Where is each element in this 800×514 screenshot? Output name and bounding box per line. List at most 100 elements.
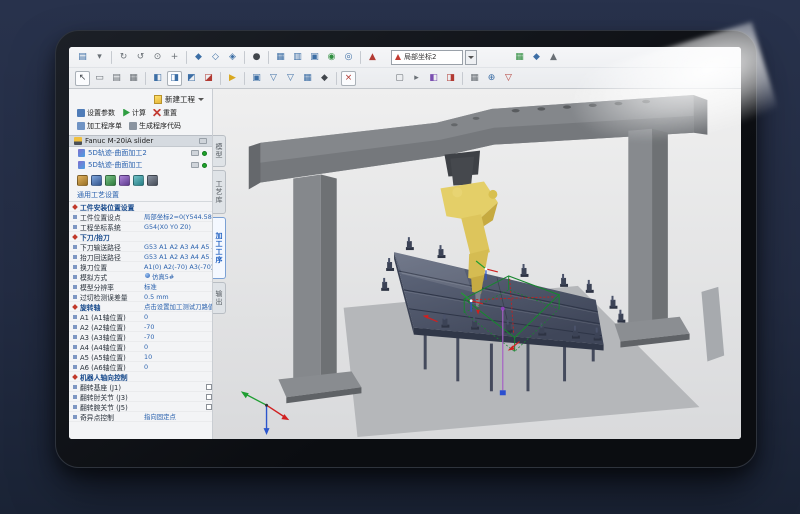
toolbar-separator[interactable]	[268, 51, 269, 64]
viewport-3d[interactable]	[227, 89, 741, 439]
row-flip-base[interactable]: 翻转基座 (J1)	[69, 382, 212, 392]
zoom-icon[interactable]: ⊙	[150, 50, 165, 65]
rotate-view-icon[interactable]: ↺	[133, 50, 148, 65]
material-sphere-icon[interactable]: ●	[249, 50, 264, 65]
caret-icon[interactable]: ▾	[92, 50, 107, 65]
row-workpiece-install-header[interactable]: 工件安装位置设置	[69, 202, 212, 212]
dropdown-caret-icon[interactable]	[465, 50, 477, 65]
stock-setup-icon[interactable]: ▥	[290, 50, 305, 65]
simulate-machine-icon[interactable]: ▣	[249, 71, 264, 86]
pdf-export-icon[interactable]: ▲	[365, 50, 380, 65]
toolpath-new-icon[interactable]: ◧	[150, 71, 165, 86]
toolbar-separator[interactable]	[462, 72, 463, 85]
row-a1[interactable]: A1 (A1轴位置) 0	[69, 312, 212, 322]
caret-small-icon[interactable]: ▸	[409, 71, 424, 86]
verify-icon[interactable]: ◉	[324, 50, 339, 65]
checkbox[interactable]	[206, 384, 212, 390]
screen-capture-icon[interactable]: ▦	[467, 71, 482, 86]
output-tool-icon[interactable]	[147, 175, 158, 186]
row-model-resolution[interactable]: 模型分辨率 标准	[69, 282, 212, 292]
toolbar-separator[interactable]	[111, 51, 112, 64]
pan-icon[interactable]: +	[167, 50, 182, 65]
toolpath-delete-icon[interactable]: ◪	[201, 71, 216, 86]
row-gouge-tolerance[interactable]: 过切检测误差量 0.5 mm	[69, 292, 212, 302]
coordinate-system-dropdown[interactable]: 局部坐标2	[391, 50, 463, 65]
print-icon[interactable]: ▦	[126, 71, 141, 86]
tree-root-robot[interactable]: Fanuc M-20iA slider	[69, 135, 212, 147]
network-icon[interactable]: ⊕	[484, 71, 499, 86]
row-a6[interactable]: A6 (A6轴位置) 0	[69, 362, 212, 372]
row-rotary-axis-header[interactable]: 旋转轴 点击设置加工测试刀路值	[69, 302, 212, 312]
tab-process-lib[interactable]: 工艺库	[213, 170, 226, 214]
row-toolchange-position[interactable]: 换刀位置 A1(0) A2(-70) A3(-70)	[69, 262, 212, 272]
row-work-coordinate[interactable]: 工程坐标系统 G54(X0 Y0 Z0)	[69, 222, 212, 232]
reset-button[interactable]: 重置	[153, 108, 177, 118]
tree-item-surface-op-2[interactable]: 5D轨迹-曲面加工2	[69, 147, 212, 159]
wireframe-view-icon[interactable]: ◇	[208, 50, 223, 65]
row-retract-path[interactable]: 抬刀回送路径 G53 A1 A2 A3 A4 A5 A	[69, 252, 212, 262]
row-flip-elbow[interactable]: 翻转肘关节 (J3)	[69, 392, 212, 402]
tab-model[interactable]: 模型	[213, 135, 226, 167]
toolbar-separator[interactable]	[220, 72, 221, 85]
filter-a-icon[interactable]: ▽	[266, 71, 281, 86]
scene-tree-icon[interactable]: ▤	[75, 50, 90, 65]
toolbar-separator[interactable]	[336, 72, 337, 85]
toolpath-icon[interactable]: ▣	[307, 50, 322, 65]
visibility-icon[interactable]	[191, 162, 199, 168]
new-project-button[interactable]: 新建工程	[154, 94, 212, 105]
gantry-left-column[interactable]	[278, 175, 361, 404]
simulate-tool-icon[interactable]	[105, 175, 116, 186]
cloud-icon[interactable]: ▲	[546, 50, 561, 65]
toolbar-separator[interactable]	[360, 51, 361, 64]
row-flip-wrist[interactable]: 翻转腕关节 (J5)	[69, 402, 212, 412]
tools-icon[interactable]: ◆	[529, 50, 544, 65]
toolbar-separator[interactable]	[145, 72, 146, 85]
row-robot-axes-header[interactable]: 机器人轴向控制	[69, 372, 212, 382]
post-process-icon[interactable]: ◆	[317, 71, 332, 86]
robot-axes-icon[interactable]: ×	[341, 71, 356, 86]
box-select-icon[interactable]: ▭	[92, 71, 107, 86]
tab-operations[interactable]: 加工工序	[213, 217, 226, 279]
tool-lib-icon[interactable]	[91, 175, 102, 186]
generate-code-button[interactable]: 生成程序代码	[129, 121, 181, 131]
edges-view-icon[interactable]: ◈	[225, 50, 240, 65]
row-a3[interactable]: A3 (A3轴位置) -70	[69, 332, 212, 342]
row-singularity[interactable]: 奇异点控制 指向固定点	[69, 412, 212, 422]
row-workpiece-position[interactable]: 工件位置设点 局部坐标2=0(Y544.582	[69, 212, 212, 222]
visibility-icon[interactable]	[199, 138, 207, 144]
image-export-icon[interactable]: ▦	[512, 50, 527, 65]
pick-point-icon[interactable]: ▶	[225, 71, 240, 86]
row-plunge-retract-header[interactable]: 下刀/抬刀	[69, 232, 212, 242]
toolbar-separator[interactable]	[244, 72, 245, 85]
shaded-view-icon[interactable]: ◆	[191, 50, 206, 65]
machine-setup-icon[interactable]: ▦	[273, 50, 288, 65]
nc-list-icon[interactable]: ▦	[300, 71, 315, 86]
collision-check-icon[interactable]: ◎	[341, 50, 356, 65]
toolpath-edit-icon[interactable]: ◨	[167, 71, 182, 86]
row-a4[interactable]: A4 (A4轴位置) 0	[69, 342, 212, 352]
funnel-icon[interactable]: ▽	[501, 71, 516, 86]
set-params-button[interactable]: 设置参数	[77, 108, 115, 118]
layers-icon[interactable]: ▤	[109, 71, 124, 86]
tree-item-surface-op-1[interactable]: 5D轨迹-曲面加工	[69, 159, 212, 171]
checkbox[interactable]	[206, 404, 212, 410]
toolbar-separator[interactable]	[244, 51, 245, 64]
checkbox[interactable]	[206, 394, 212, 400]
doc-export-icon[interactable]: ▢	[392, 71, 407, 86]
coords-tool-icon[interactable]	[77, 175, 88, 186]
visibility-icon[interactable]	[191, 150, 199, 156]
gantry-right-column[interactable]	[614, 129, 689, 348]
filter-b-icon[interactable]: ▽	[283, 71, 298, 86]
post-doc-b-icon[interactable]: ◨	[443, 71, 458, 86]
select-arrow-icon[interactable]: ↖	[75, 71, 90, 86]
post-doc-a-icon[interactable]: ◧	[426, 71, 441, 86]
program-list-button[interactable]: 加工程序单	[77, 121, 122, 131]
toolpath-copy-icon[interactable]: ◩	[184, 71, 199, 86]
process-settings-link[interactable]: 通用工艺设置	[69, 188, 212, 199]
measure-tool-icon[interactable]	[133, 175, 144, 186]
calculate-button[interactable]: 计算	[122, 108, 146, 118]
orbit-view-icon[interactable]: ↻	[116, 50, 131, 65]
row-plunge-path[interactable]: 下刀输送路径 G53 A1 A2 A3 A4 A5 A	[69, 242, 212, 252]
tab-output[interactable]: 输出	[213, 282, 226, 314]
fixture-tool-icon[interactable]	[119, 175, 130, 186]
